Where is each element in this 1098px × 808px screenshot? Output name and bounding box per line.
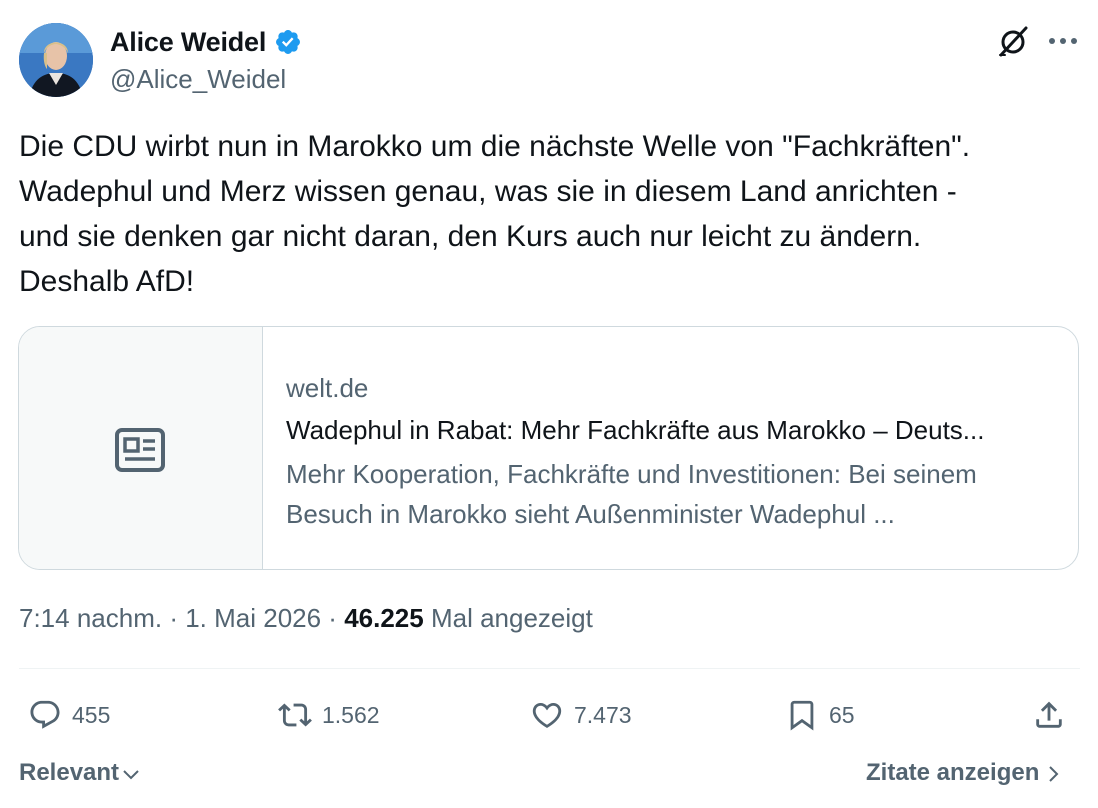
tweet-text: Die CDU wirbt nun in Marokko um die näch… bbox=[19, 124, 1079, 304]
tweet-text-line: Wadephul und Merz wissen genau, was sie … bbox=[19, 175, 957, 208]
bookmark-icon bbox=[790, 700, 814, 731]
meta-separator: · bbox=[321, 603, 345, 633]
card-description-line: Mehr Kooperation, Fachkräfte und Investi… bbox=[286, 459, 977, 489]
reply-count: 455 bbox=[72, 701, 111, 728]
repost-button[interactable]: 1.562 bbox=[278, 697, 380, 733]
tweet-date[interactable]: 1. Mai 2026 bbox=[185, 603, 321, 633]
card-title: Wadephul in Rabat: Mehr Fachkräfte aus M… bbox=[286, 415, 985, 445]
verified-badge-icon bbox=[276, 30, 301, 54]
chevron-down-icon bbox=[123, 770, 139, 780]
sort-dropdown[interactable]: Relevant bbox=[19, 759, 141, 787]
news-article-icon bbox=[115, 428, 165, 472]
avatar[interactable] bbox=[19, 23, 93, 97]
views-label: Mal angezeigt bbox=[430, 603, 593, 633]
share-icon bbox=[1036, 701, 1062, 728]
divider bbox=[19, 668, 1080, 669]
link-preview-card[interactable]: welt.de Wadephul in Rabat: Mehr Fachkräf… bbox=[18, 326, 1079, 570]
bookmark-button[interactable]: 65 bbox=[785, 697, 855, 733]
sort-label: Relevant bbox=[19, 759, 120, 786]
reply-icon bbox=[30, 700, 60, 729]
tweet-text-line: Die CDU wirbt nun in Marokko um die näch… bbox=[19, 130, 971, 163]
author-handle[interactable]: @Alice_Weidel bbox=[110, 64, 286, 95]
tweet-text-line: und sie denken gar nicht daran, den Kurs… bbox=[19, 220, 922, 253]
more-options-icon[interactable] bbox=[1046, 30, 1080, 52]
chevron-right-icon bbox=[1049, 766, 1059, 782]
bookmark-count: 65 bbox=[829, 701, 855, 728]
author-name[interactable]: Alice Weidel bbox=[110, 27, 266, 58]
tweet-time[interactable]: 7:14 nachm. bbox=[19, 603, 162, 633]
card-media[interactable] bbox=[19, 327, 263, 569]
heart-icon bbox=[532, 702, 562, 728]
author-name-row[interactable]: Alice Weidel bbox=[110, 24, 302, 60]
grok-icon[interactable] bbox=[996, 24, 1030, 58]
card-description-line: Besuch in Marokko sieht Außenminister Wa… bbox=[286, 499, 895, 529]
reply-button[interactable]: 455 bbox=[28, 697, 110, 733]
views-count: 46.225 bbox=[344, 603, 424, 633]
share-button[interactable] bbox=[1032, 697, 1066, 733]
like-button[interactable]: 7.473 bbox=[530, 697, 632, 733]
meta-separator: · bbox=[162, 603, 186, 633]
tweet: Alice Weidel @Alice_Weidel Die CDU wirbt… bbox=[0, 0, 1098, 808]
tweet-meta: 7:14 nachm. · 1. Mai 2026 · 46.225 Mal a… bbox=[19, 603, 593, 634]
repost-icon bbox=[278, 703, 312, 727]
card-domain: welt.de bbox=[286, 373, 369, 403]
card-description: Mehr Kooperation, Fachkräfte und Investi… bbox=[286, 454, 1071, 534]
like-count: 7.473 bbox=[574, 701, 632, 728]
repost-count: 1.562 bbox=[322, 701, 380, 728]
tweet-text-line: Deshalb AfD! bbox=[19, 265, 195, 298]
view-quotes-link[interactable]: Zitate anzeigen bbox=[866, 759, 1063, 787]
quotes-label: Zitate anzeigen bbox=[866, 759, 1040, 786]
